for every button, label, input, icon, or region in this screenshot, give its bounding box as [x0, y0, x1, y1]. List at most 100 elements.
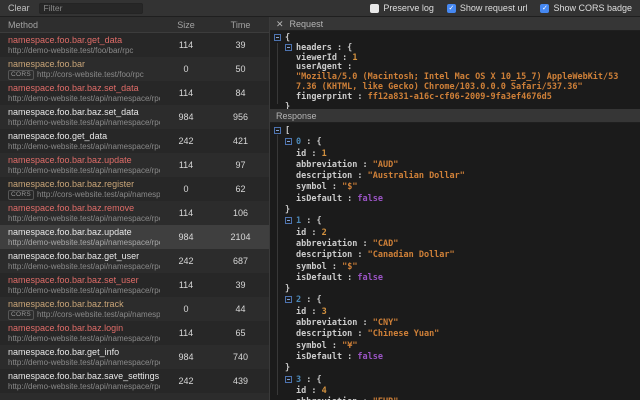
json-token: }	[285, 205, 290, 215]
method-cell: namespace.foo.bar.baz.set_userhttp://dem…	[0, 275, 160, 296]
table-row[interactable]: namespace.foo.bar.baz.set_datahttp://dem…	[0, 105, 269, 129]
json-token: "Canadian Dollar"	[368, 250, 455, 260]
table-row[interactable]: namespace.foo.bar.baz.removehttp://demo-…	[0, 201, 269, 225]
table-row[interactable]: namespace.foo.barCORShttp://cors-website…	[0, 57, 269, 81]
time-value: 62	[212, 184, 269, 194]
table-row[interactable]: namespace.foo.bar.baz.updatehttp://demo-…	[0, 225, 269, 249]
request-url: http://demo-website.test/api/namespace/r…	[8, 214, 160, 224]
json-token: "Mozilla/5.0 (Macintosh; Intel Mac OS X …	[296, 72, 618, 92]
method-name: namespace.foo.bar.baz.get_user	[8, 251, 160, 262]
column-header-method[interactable]: Method	[0, 20, 160, 30]
request-url-text: http://demo-website.test/api/namespace/r…	[8, 166, 160, 176]
method-name: namespace.foo.bar	[8, 59, 160, 70]
table-row[interactable]: namespace.foo.bar.register11460	[0, 393, 269, 400]
show-request-url-checkbox[interactable]: ✓ Show request url	[447, 3, 528, 13]
json-token: :	[352, 329, 367, 339]
request-url-text: http://demo-website.test/api/namespace/r…	[8, 358, 160, 368]
request-url-text: http://demo-website.test/api/namespace/r…	[8, 286, 160, 296]
collapse-toggle-icon[interactable]	[285, 44, 292, 51]
json-token: headers	[296, 43, 332, 53]
json-line: isDefault : false	[270, 352, 640, 363]
table-row[interactable]: namespace.foo.bar.baz.set_datahttp://dem…	[0, 81, 269, 105]
json-token: :	[352, 92, 367, 102]
request-url-text: http://demo-website.test/api/namespace/r…	[8, 382, 160, 392]
json-token: :	[306, 386, 321, 396]
method-cell: namespace.foo.bar.baz.get_userhttp://dem…	[0, 251, 160, 272]
detail-panel: ✕ Request {headers : {viewerId : 1userAg…	[270, 17, 640, 400]
size-value: 242	[160, 376, 212, 386]
method-cell: namespace.foo.bar.baz.registerCORShttp:/…	[0, 179, 160, 200]
json-token: "Australian Dollar"	[368, 171, 465, 181]
size-value: 114	[160, 40, 212, 50]
table-row[interactable]: namespace.foo.bar.get_infohttp://demo-we…	[0, 345, 269, 369]
json-line: isDefault : false	[270, 273, 640, 284]
collapse-toggle-icon[interactable]	[285, 138, 292, 145]
json-token: :	[342, 62, 352, 72]
checkbox-icon[interactable]	[370, 4, 379, 13]
json-token: :	[342, 194, 357, 204]
table-header: Method Size Time	[0, 17, 269, 33]
table-row[interactable]: namespace.foo.bar.baz.set_userhttp://dem…	[0, 273, 269, 297]
time-value: 2104	[212, 232, 269, 242]
column-header-size[interactable]: Size	[160, 20, 212, 30]
toolbar: Clear Preserve log ✓ Show request url ✓ …	[0, 0, 640, 17]
method-name: namespace.foo.bar.baz.track	[8, 299, 160, 310]
table-row[interactable]: namespace.foo.bar.get_datahttp://demo-we…	[0, 33, 269, 57]
table-row[interactable]: namespace.foo.bar.baz.get_userhttp://dem…	[0, 249, 269, 273]
method-name: namespace.foo.get_data	[8, 131, 160, 142]
json-line: symbol : "$"	[270, 182, 640, 193]
json-token: description	[296, 171, 352, 181]
preserve-log-checkbox[interactable]: Preserve log	[370, 3, 434, 13]
checkbox-label: Preserve log	[383, 3, 434, 13]
json-token: :	[327, 182, 342, 192]
request-url-text: http://demo-website.test/api/namespace/r…	[8, 334, 160, 344]
json-token: : {	[301, 216, 321, 226]
size-value: 114	[160, 208, 212, 218]
table-row[interactable]: namespace.foo.bar.baz.registerCORShttp:/…	[0, 177, 269, 201]
request-url-text: http://demo-website.test/api/namespace/r…	[8, 262, 160, 272]
collapse-toggle-icon[interactable]	[274, 127, 281, 134]
column-header-time[interactable]: Time	[212, 20, 269, 30]
checkbox-label: Show CORS badge	[553, 3, 632, 13]
clear-button[interactable]: Clear	[8, 3, 30, 13]
json-token: 1	[322, 149, 327, 159]
json-line: abbreviation : "CNY"	[270, 318, 640, 329]
filter-input[interactable]	[39, 3, 143, 14]
json-line: description : "Canadian Dollar"	[270, 250, 640, 261]
json-token: :	[306, 228, 321, 238]
collapse-toggle-icon[interactable]	[274, 34, 281, 41]
show-cors-badge-checkbox[interactable]: ✓ Show CORS badge	[540, 3, 632, 13]
table-row[interactable]: namespace.foo.bar.baz.trackCORShttp://co…	[0, 297, 269, 321]
request-url-text: http://cors-website.test/api/namespace/r…	[37, 190, 160, 200]
json-line: isDefault : false	[270, 194, 640, 205]
request-url: CORShttp://cors-website.test/api/namespa…	[8, 310, 160, 320]
json-token: symbol	[296, 341, 327, 351]
checkbox-icon[interactable]: ✓	[540, 4, 549, 13]
table-row[interactable]: namespace.foo.bar.baz.loginhttp://demo-w…	[0, 321, 269, 345]
json-token: :	[352, 171, 367, 181]
json-token: : {	[332, 43, 352, 53]
time-value: 956	[212, 112, 269, 122]
json-line: id : 1	[270, 149, 640, 160]
collapse-toggle-icon[interactable]	[285, 296, 292, 303]
json-token: "$"	[342, 182, 357, 192]
table-row[interactable]: namespace.foo.bar.baz.updatehttp://demo-…	[0, 153, 269, 177]
close-icon[interactable]: ✕	[276, 17, 284, 31]
json-token: "CAD"	[373, 239, 399, 249]
size-value: 114	[160, 160, 212, 170]
time-value: 39	[212, 280, 269, 290]
json-line: [	[270, 126, 640, 137]
time-value: 44	[212, 304, 269, 314]
collapse-toggle-icon[interactable]	[285, 376, 292, 383]
json-token: 3	[322, 307, 327, 317]
table-row[interactable]: namespace.foo.get_datahttp://demo-websit…	[0, 129, 269, 153]
cors-badge: CORS	[8, 70, 34, 80]
collapse-toggle-icon[interactable]	[285, 217, 292, 224]
method-name: namespace.foo.bar.baz.set_data	[8, 83, 160, 94]
json-token: :	[327, 262, 342, 272]
json-token: :	[327, 341, 342, 351]
request-url-text: http://demo-website.test/foo/bar/rpc	[8, 46, 133, 56]
table-row[interactable]: namespace.foo.bar.baz.save_settingshttp:…	[0, 369, 269, 393]
checkbox-icon[interactable]: ✓	[447, 4, 456, 13]
json-line: }	[270, 205, 640, 216]
